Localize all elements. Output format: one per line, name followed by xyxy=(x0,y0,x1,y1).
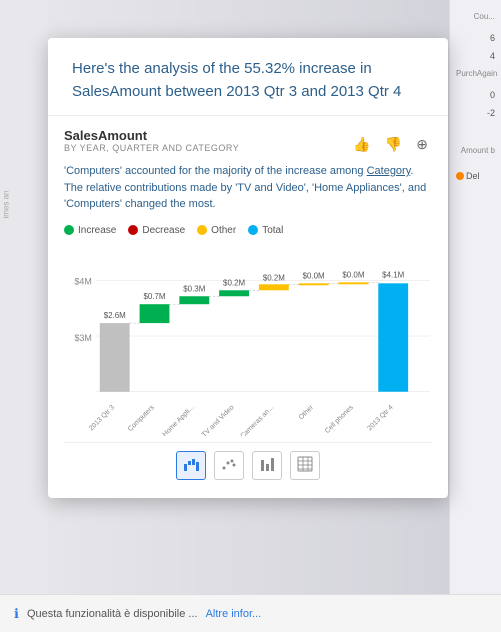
chart-description: 'Computers' accounted for the majority o… xyxy=(64,163,432,213)
bar-other[interactable] xyxy=(299,283,329,285)
svg-text:$0.0M: $0.0M xyxy=(303,271,325,280)
svg-text:$0.2M: $0.2M xyxy=(223,278,245,287)
expand-button[interactable]: ⊕ xyxy=(412,134,432,155)
chart-area: SalesAmount BY YEAR, QUARTER AND CATEGOR… xyxy=(48,116,448,498)
legend-total: Total xyxy=(248,225,283,236)
legend-other: Other xyxy=(197,225,236,236)
right-panel-label-2: PurchAgain xyxy=(456,69,495,78)
info-icon: ℹ xyxy=(14,606,19,622)
chart-title: SalesAmount xyxy=(64,128,239,143)
waterfall-button[interactable] xyxy=(176,451,206,480)
left-accent-text: imes an xyxy=(2,190,11,218)
table-button[interactable] xyxy=(290,451,320,480)
svg-text:$0.2M: $0.2M xyxy=(263,273,285,282)
footer-text: Questa funzionalità è disponibile ... xyxy=(27,608,198,620)
svg-text:$0.0M: $0.0M xyxy=(342,270,364,279)
del-dot xyxy=(456,172,464,180)
bar-cameras[interactable] xyxy=(259,284,289,290)
bar-computers[interactable] xyxy=(140,304,170,323)
analysis-card: Here's the analysis of the 55.32% increa… xyxy=(48,38,448,498)
svg-text:$0.3M: $0.3M xyxy=(183,284,205,293)
chart-subtitle: BY YEAR, QUARTER AND CATEGORY xyxy=(64,143,239,153)
svg-text:$0.7M: $0.7M xyxy=(143,292,165,301)
svg-text:Cell phones: Cell phones xyxy=(324,403,355,434)
right-panel-del-label: Del xyxy=(466,171,480,181)
thumbup-button[interactable]: 👍 xyxy=(349,134,374,155)
svg-text:Computers: Computers xyxy=(127,403,156,432)
bar-button[interactable] xyxy=(252,451,282,480)
legend-dot-total xyxy=(248,225,258,235)
legend-label-total: Total xyxy=(262,225,283,236)
footer-bar: ℹ Questa funzionalità è disponibile ... … xyxy=(0,594,501,632)
legend-dot-increase xyxy=(64,225,74,235)
legend-increase: Increase xyxy=(64,225,116,236)
right-panel-value-3: 0 xyxy=(456,90,495,100)
bar-qtr3[interactable] xyxy=(100,323,130,392)
svg-text:2013 Qtr 3: 2013 Qtr 3 xyxy=(88,404,116,432)
left-accent-panel: imes an xyxy=(0,0,48,632)
bar-home-appli[interactable] xyxy=(179,296,209,304)
bar-cellphones[interactable] xyxy=(339,282,369,284)
category-link[interactable]: Category xyxy=(367,165,411,177)
right-panel-label-3: Amount b xyxy=(456,146,495,155)
legend-decrease: Decrease xyxy=(128,225,185,236)
right-panel-value-4: -2 xyxy=(456,108,495,118)
right-panel-label-1: Cou... xyxy=(456,12,495,21)
right-panel: Cou... 6 4 PurchAgain 0 -2 Amount b Del xyxy=(449,0,501,632)
svg-text:2013 Qtr 4: 2013 Qtr 4 xyxy=(366,404,394,432)
legend-label-other: Other xyxy=(211,225,236,236)
description-text-1: 'Computers' accounted for the majority o… xyxy=(64,165,367,177)
bar-qtr4[interactable] xyxy=(378,283,408,391)
bar-tv-video[interactable] xyxy=(219,290,249,296)
svg-text:TV and Video: TV and Video xyxy=(201,404,236,436)
svg-text:$4M: $4M xyxy=(74,276,91,286)
right-panel-value-1: 6 xyxy=(456,33,495,43)
card-header: Here's the analysis of the 55.32% increa… xyxy=(48,38,448,116)
chart-legend: Increase Decrease Other Total xyxy=(64,225,432,236)
svg-text:$4.1M: $4.1M xyxy=(382,270,404,279)
legend-dot-other xyxy=(197,225,207,235)
chart-type-buttons xyxy=(64,442,432,490)
scatter-button[interactable] xyxy=(214,451,244,480)
waterfall-chart: $4M $3M $2.6M $0.7M xyxy=(64,246,432,436)
svg-text:$2.6M: $2.6M xyxy=(104,311,126,320)
card-title: Here's the analysis of the 55.32% increa… xyxy=(72,58,424,103)
right-panel-value-2: 4 xyxy=(456,51,495,61)
svg-text:Home Appli...: Home Appli... xyxy=(162,404,196,436)
legend-label-increase: Increase xyxy=(78,225,116,236)
svg-text:Other: Other xyxy=(298,403,316,421)
thumbdown-button[interactable]: 👎 xyxy=(381,134,406,155)
footer-link[interactable]: Altre infor... xyxy=(206,608,262,620)
svg-text:Cameras an...: Cameras an... xyxy=(239,404,275,436)
legend-label-decrease: Decrease xyxy=(142,225,185,236)
legend-dot-decrease xyxy=(128,225,138,235)
chart-svg: $4M $3M $2.6M $0.7M xyxy=(64,246,432,436)
svg-text:$3M: $3M xyxy=(74,333,91,343)
